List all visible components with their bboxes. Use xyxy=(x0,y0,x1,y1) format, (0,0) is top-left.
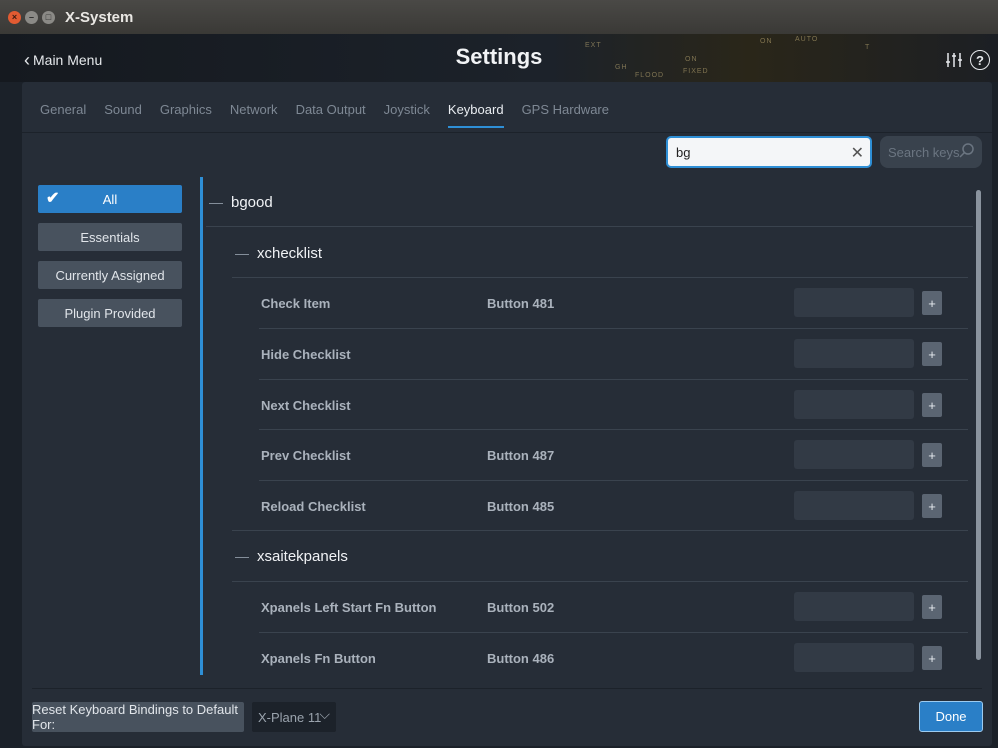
filter-label: Plugin Provided xyxy=(64,305,156,321)
tab-joystick[interactable]: Joystick xyxy=(384,100,430,128)
table-row: Reload Checklist Button 485 + xyxy=(261,481,968,531)
cockpit-background-image: EXT GH FLOOD ON FIXED ON AUTO T xyxy=(585,36,871,79)
add-binding-button[interactable]: + xyxy=(922,494,942,518)
group-header-xchecklist[interactable]: — xchecklist xyxy=(235,228,322,278)
add-binding-button[interactable]: + xyxy=(922,443,942,467)
key-capture-field[interactable] xyxy=(794,592,914,621)
key-binding-list: — bgood — xchecklist Check Item Button 4… xyxy=(200,177,980,748)
filter-sidebar: ✔ All Essentials Currently Assigned Plug… xyxy=(38,185,182,337)
table-row: Next Checklist + xyxy=(261,380,968,430)
window-titlebar: × – □ X-System xyxy=(0,0,998,34)
filter-label: All xyxy=(102,191,118,207)
settings-panel: General Sound Graphics Network Data Outp… xyxy=(22,82,992,746)
tab-sound[interactable]: Sound xyxy=(104,100,142,128)
key-capture-field[interactable] xyxy=(794,339,914,368)
sliders-icon[interactable] xyxy=(944,50,964,70)
binding-value: Button 486 xyxy=(487,650,555,666)
clear-icon[interactable]: ✕ xyxy=(851,143,864,163)
add-binding-button[interactable]: + xyxy=(922,342,942,366)
collapse-icon[interactable]: — xyxy=(209,194,223,210)
filter-search-box[interactable]: ✕ xyxy=(666,136,872,168)
table-row: Hide Checklist + xyxy=(261,329,968,379)
filter-currently-assigned-button[interactable]: Currently Assigned xyxy=(38,261,182,289)
command-name: Hide Checklist xyxy=(261,346,351,362)
tab-general[interactable]: General xyxy=(40,100,86,128)
main-menu-back-button[interactable]: ‹ Main Menu xyxy=(24,50,103,70)
filter-essentials-button[interactable]: Essentials xyxy=(38,223,182,251)
group-title: xsaitekpanels xyxy=(257,547,348,565)
reset-bindings-button[interactable]: Reset Keyboard Bindings to Default For: xyxy=(32,702,244,732)
chevron-down-icon: ⌵ xyxy=(319,706,330,722)
add-binding-button[interactable]: + xyxy=(922,291,942,315)
main-menu-label: Main Menu xyxy=(33,52,103,68)
window-maximize-icon[interactable]: □ xyxy=(42,10,55,24)
collapse-icon[interactable]: — xyxy=(235,548,249,564)
table-row: Xpanels Fn Button Button 486 + xyxy=(261,633,968,675)
key-capture-field[interactable] xyxy=(794,491,914,520)
version-value: X-Plane 11 xyxy=(258,709,322,725)
tab-graphics[interactable]: Graphics xyxy=(160,100,212,128)
filter-all-button[interactable]: ✔ All xyxy=(38,185,182,213)
add-binding-button[interactable]: + xyxy=(922,595,942,619)
binding-value: Button 502 xyxy=(487,599,555,615)
search-icon xyxy=(959,143,974,158)
group-header-xsaitekpanels[interactable]: — xsaitekpanels xyxy=(235,531,348,581)
window-minimize-icon[interactable]: – xyxy=(25,10,38,24)
window-title: X-System xyxy=(65,8,134,26)
done-button[interactable]: Done xyxy=(919,701,983,732)
filter-plugin-provided-button[interactable]: Plugin Provided xyxy=(38,299,182,327)
filter-label: Essentials xyxy=(80,229,140,245)
search-keys-field[interactable]: Search keys xyxy=(880,136,982,168)
divider xyxy=(206,226,973,227)
key-capture-field[interactable] xyxy=(794,288,914,317)
table-row: Check Item Button 481 + xyxy=(261,278,968,328)
tab-data-output[interactable]: Data Output xyxy=(296,100,366,128)
add-binding-button[interactable]: + xyxy=(922,646,942,670)
search-input[interactable] xyxy=(676,144,836,160)
tab-keyboard[interactable]: Keyboard xyxy=(447,100,504,128)
table-row: Prev Checklist Button 487 + xyxy=(261,430,968,480)
command-name: Xpanels Left Start Fn Button xyxy=(261,599,437,615)
settings-header: EXT GH FLOOD ON FIXED ON AUTO T ‹ Main M… xyxy=(0,34,998,82)
group-title: bgood xyxy=(231,193,273,211)
collapse-icon[interactable]: — xyxy=(235,245,249,261)
table-row: Xpanels Left Start Fn Button Button 502 … xyxy=(261,582,968,632)
filter-label: Currently Assigned xyxy=(55,267,165,283)
binding-value: Button 481 xyxy=(487,295,555,311)
command-name: Check Item xyxy=(261,295,331,311)
command-name: Xpanels Fn Button xyxy=(261,650,376,666)
scrollbar-thumb[interactable] xyxy=(976,190,981,660)
command-name: Prev Checklist xyxy=(261,447,351,463)
group-header-root[interactable]: — bgood xyxy=(209,177,273,227)
command-name: Reload Checklist xyxy=(261,498,366,514)
list-scrollbar[interactable] xyxy=(976,190,981,660)
search-keys-placeholder: Search keys xyxy=(888,144,960,160)
tab-network[interactable]: Network xyxy=(230,100,278,128)
tab-divider xyxy=(22,132,992,133)
command-name: Next Checklist xyxy=(261,397,351,413)
chevron-left-icon: ‹ xyxy=(24,50,30,70)
window-close-icon[interactable]: × xyxy=(8,10,21,24)
key-binding-list-viewport[interactable]: — bgood — xchecklist Check Item Button 4… xyxy=(203,177,973,675)
group-title: xchecklist xyxy=(257,244,323,262)
settings-tabs: General Sound Graphics Network Data Outp… xyxy=(40,100,627,128)
key-capture-field[interactable] xyxy=(794,390,914,419)
key-capture-field[interactable] xyxy=(794,440,914,469)
version-select[interactable]: X-Plane 11 ⌵ xyxy=(252,702,336,732)
footer-divider xyxy=(32,688,982,689)
tab-gps-hardware[interactable]: GPS Hardware xyxy=(522,100,609,128)
binding-value: Button 487 xyxy=(487,447,555,463)
checkmark-icon: ✔ xyxy=(46,190,60,207)
add-binding-button[interactable]: + xyxy=(922,393,942,417)
help-icon[interactable]: ? xyxy=(970,50,990,70)
key-capture-field[interactable] xyxy=(794,643,914,672)
binding-value: Button 485 xyxy=(487,498,555,514)
